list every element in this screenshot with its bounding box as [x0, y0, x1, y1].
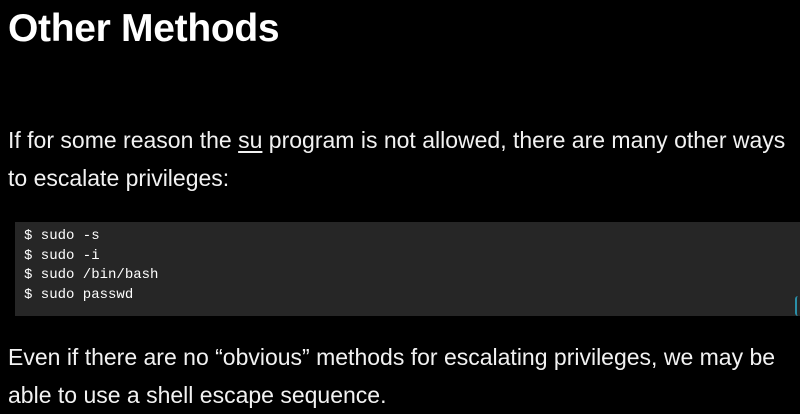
intro-paragraph: If for some reason the su program is not… — [8, 121, 798, 197]
command-line: $ sudo -s — [24, 228, 100, 244]
su-program-name: su — [238, 127, 263, 153]
command-line: $ sudo passwd — [24, 286, 134, 303]
command-line: $ sudo /bin/bash — [24, 267, 159, 283]
command-code-block: $ sudo -s $ sudo -i $ sudo /bin/bash $ s… — [15, 222, 800, 316]
slide: Other Methods If for some reason the su … — [0, 0, 800, 413]
command-line: $ sudo -i — [24, 247, 100, 264]
closing-paragraph: Even if there are no “obvious” methods f… — [8, 344, 776, 408]
intro-text-before: If for some reason the — [8, 127, 239, 153]
edge-bracket-marker — [795, 296, 800, 316]
slide-title: Other Methods — [8, 7, 280, 50]
